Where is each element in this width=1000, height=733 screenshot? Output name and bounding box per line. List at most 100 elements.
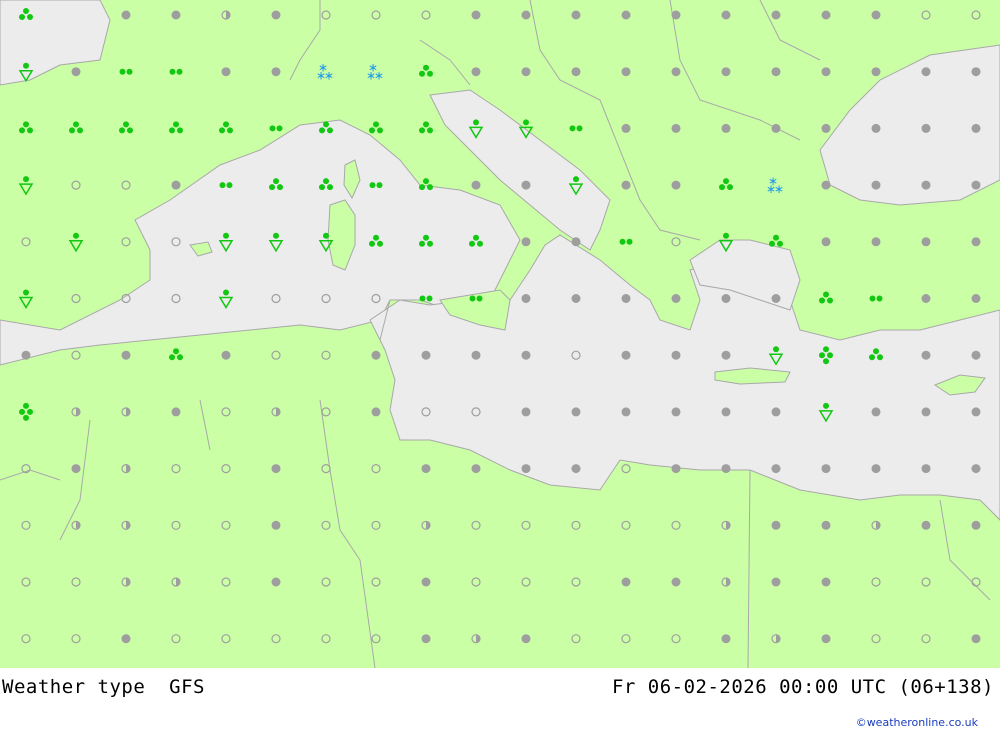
symbol-T [219, 121, 233, 134]
symbol-i [621, 464, 631, 474]
symbol-d [621, 67, 631, 77]
symbol-i [321, 634, 331, 644]
symbol-d [121, 350, 131, 360]
symbol-d [921, 350, 931, 360]
symbol-d [871, 464, 881, 474]
symbol-d [771, 577, 781, 587]
symbol-T [119, 121, 133, 134]
symbol-d [821, 10, 831, 20]
symbol-d [921, 180, 931, 190]
symbol-d [871, 123, 881, 133]
credit-link[interactable]: ©weatheronline.co.uk [856, 716, 978, 729]
symbol-T [819, 291, 833, 304]
symbol-h [121, 407, 131, 417]
symbol-d [521, 350, 531, 360]
symbol-T [769, 234, 783, 247]
symbol-i [521, 520, 531, 530]
symbol-i [471, 520, 481, 530]
symbol-d [221, 350, 231, 360]
symbol-d [121, 634, 131, 644]
symbol-i [21, 577, 31, 587]
symbol-h [421, 520, 431, 530]
symbol-i [221, 464, 231, 474]
symbol-i [671, 520, 681, 530]
symbol-h [221, 10, 231, 20]
symbol-i [371, 634, 381, 644]
symbol-d [971, 407, 981, 417]
symbol-d [721, 634, 731, 644]
symbol-i [521, 577, 531, 587]
symbol-h [121, 520, 131, 530]
symbol-R [269, 125, 283, 132]
symbol-h [271, 407, 281, 417]
symbol-i [321, 407, 331, 417]
svg-text:∗: ∗ [366, 69, 376, 83]
symbol-d [621, 350, 631, 360]
symbol-d [671, 123, 681, 133]
symbol-d [671, 350, 681, 360]
symbol-d [821, 577, 831, 587]
symbol-i [871, 634, 881, 644]
symbol-d [621, 180, 631, 190]
map-model-label: GFS [169, 676, 205, 698]
symbol-d [521, 294, 531, 303]
symbol-d [671, 294, 681, 303]
symbol-h [721, 520, 731, 530]
symbol-d [821, 123, 831, 133]
symbol-d [121, 10, 131, 20]
symbol-d [521, 634, 531, 644]
symbol-d [871, 407, 881, 417]
symbol-d [671, 180, 681, 190]
symbol-d [971, 464, 981, 474]
symbol-h [721, 577, 731, 587]
symbol-Q [19, 402, 33, 421]
symbol-h [121, 464, 131, 474]
weather-map: ∗ ∗ ∗ ∗ ∗ ∗ ∗ ∗ ∗ [0, 0, 1000, 668]
symbol-i [271, 634, 281, 644]
symbol-i [171, 520, 181, 530]
symbol-d [521, 10, 531, 20]
map-title: Weather type GFS [2, 676, 205, 698]
symbol-i [371, 520, 381, 530]
symbol-d [521, 464, 531, 474]
symbol-R [619, 238, 633, 245]
symbol-d [971, 520, 981, 530]
symbol-d [771, 520, 781, 530]
symbol-d [421, 577, 431, 587]
symbol-d [671, 577, 681, 587]
symbol-d [921, 294, 931, 303]
symbol-d [771, 407, 781, 417]
symbol-d [721, 464, 731, 474]
symbol-d [71, 67, 81, 77]
crete [714, 367, 791, 385]
symbol-d [271, 10, 281, 20]
symbol-i [321, 10, 331, 20]
symbol-d [821, 180, 831, 190]
symbol-d [771, 464, 781, 474]
symbol-d [71, 464, 81, 474]
symbol-d [671, 407, 681, 417]
symbol-i [321, 464, 331, 474]
symbol-d [421, 634, 431, 644]
symbol-i [671, 237, 681, 247]
symbol-i [621, 634, 631, 644]
symbol-d [221, 67, 231, 77]
symbol-i [71, 293, 81, 304]
symbol-i [221, 577, 231, 587]
symbol-d [371, 407, 381, 417]
symbol-h [171, 577, 181, 587]
symbol-S: ∗∗∗ [366, 61, 384, 83]
symbol-V [18, 176, 34, 196]
symbol-d [971, 634, 981, 644]
atlantic-ocean [0, 0, 111, 86]
symbol-d [971, 180, 981, 190]
symbol-R [169, 68, 183, 75]
symbol-i [171, 634, 181, 644]
symbol-d [821, 520, 831, 530]
symbol-d [521, 67, 531, 77]
symbol-T [19, 121, 33, 134]
symbol-d [921, 520, 931, 530]
symbol-i [371, 464, 381, 474]
symbol-d [721, 294, 731, 303]
symbol-d [271, 577, 281, 587]
